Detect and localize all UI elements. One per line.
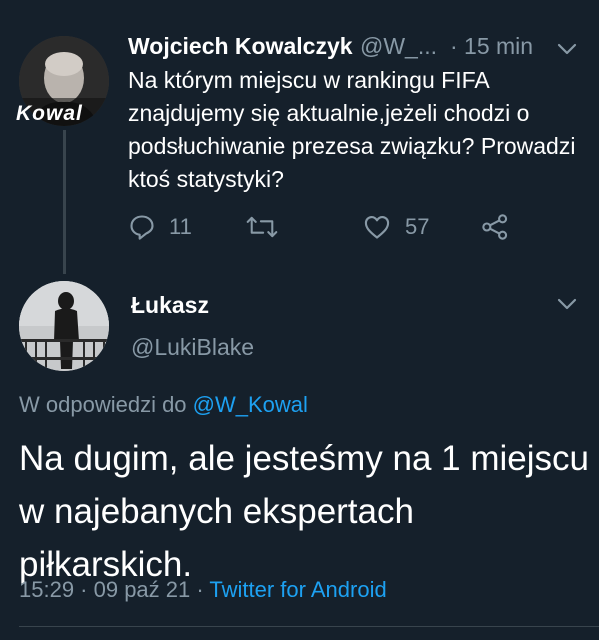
avatar-logo-text: Kowal: [16, 102, 83, 125]
replying-to-label: W odpowiedzi do: [19, 392, 187, 417]
chevron-down-icon[interactable]: [556, 38, 578, 65]
avatar-photo: [19, 281, 109, 371]
share-icon: [482, 214, 508, 240]
reply-author-handle[interactable]: @LukiBlake: [131, 334, 254, 361]
like-button[interactable]: 57: [363, 213, 429, 241]
tweet-meta: 15:29 · 09 paź 21 · Twitter for Android: [19, 577, 387, 603]
reply-text: Na dugim, ale jesteśmy na 1 miejscu w na…: [19, 439, 589, 584]
heart-icon: [364, 216, 390, 239]
retweet-icon: [246, 216, 278, 238]
thread-connector: [63, 130, 66, 274]
avatar-lukasz[interactable]: [19, 281, 109, 371]
reply-count: 11: [169, 214, 192, 239]
author-handle[interactable]: @W_...: [360, 33, 437, 60]
reply-icon: [130, 215, 154, 240]
retweet-button[interactable]: [246, 213, 278, 241]
divider: [19, 626, 599, 627]
share-button[interactable]: [481, 213, 509, 241]
replying-to-mention[interactable]: @W_Kowal: [193, 392, 308, 417]
tweet-source[interactable]: Twitter for Android: [209, 577, 386, 602]
tweet-time[interactable]: · 15 min: [450, 33, 533, 60]
replying-to: W odpowiedzi do @W_Kowal: [19, 392, 308, 418]
chevron-down-icon[interactable]: [556, 293, 578, 320]
reply-button[interactable]: 11: [128, 213, 192, 241]
tweet-timestamp: 15:29 · 09 paź 21 ·: [19, 577, 204, 602]
reply-author-name[interactable]: Łukasz: [131, 292, 209, 319]
like-count: 57: [405, 214, 430, 239]
tweet-text: Na którym miejscu w rankingu FIFA znajdu…: [128, 67, 576, 192]
author-name[interactable]: Wojciech Kowalczyk: [128, 33, 353, 60]
